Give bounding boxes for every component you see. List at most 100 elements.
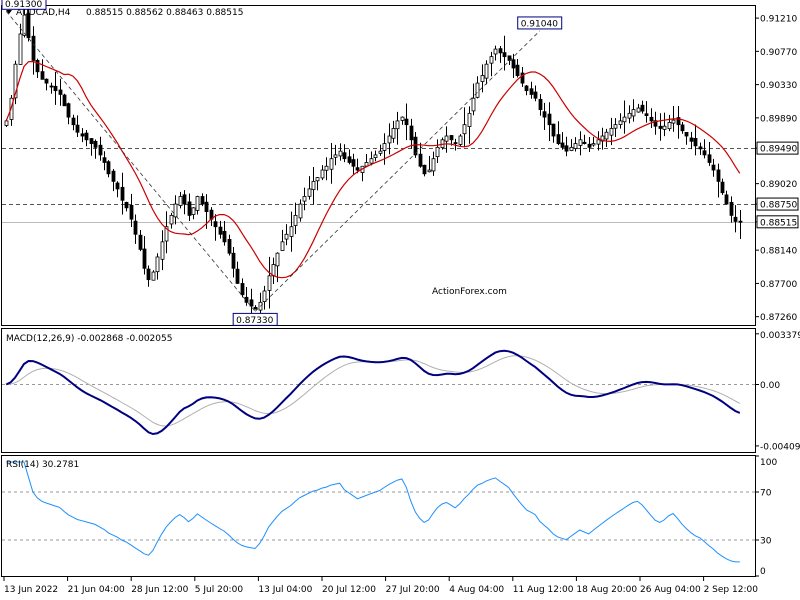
candle-body: [622, 116, 627, 123]
candle-body: [249, 299, 254, 307]
candle-body: [80, 133, 85, 137]
candle-body: [467, 112, 472, 127]
candle-body: [733, 216, 738, 222]
price-tick-label: 0.90330: [760, 81, 797, 91]
candle-body: [458, 135, 463, 145]
candle-body: [142, 248, 147, 269]
candle-body: [146, 268, 151, 281]
price-panel-frame: [1, 5, 756, 326]
candle-body: [289, 226, 294, 237]
candle-body: [529, 88, 534, 95]
candle-body: [409, 125, 414, 141]
candle-body: [538, 98, 543, 110]
candle-body: [293, 214, 298, 226]
candle-body: [444, 135, 449, 142]
candle-body: [89, 138, 94, 144]
candle-body: [422, 164, 427, 175]
time-tick-label: 28 Jun 12:00: [131, 585, 188, 595]
candle-body: [671, 119, 676, 124]
candle-body: [449, 135, 454, 141]
candle-body: [395, 120, 400, 130]
candle-body: [75, 124, 80, 133]
candle-body: [271, 264, 276, 277]
macd-title: MACD(12,26,9) -0.002868 -0.002055: [6, 334, 172, 344]
rsi-tick-label: 70: [760, 489, 772, 499]
rsi-panel: [2, 461, 755, 563]
candle-body: [355, 167, 360, 171]
candle-body: [347, 156, 352, 163]
watermark-text: ActionForex.com: [432, 287, 507, 297]
candle-body: [498, 48, 503, 54]
time-tick-label: 18 Aug 20:00: [576, 585, 637, 595]
candle-body: [551, 123, 556, 137]
price-tick-label: 0.88515: [760, 218, 797, 228]
candle-body: [187, 201, 192, 216]
candle-body: [556, 134, 561, 144]
candle-body: [453, 142, 458, 144]
price-tick-label: 0.88140: [760, 247, 797, 257]
candle-body: [284, 233, 289, 240]
candle-body: [49, 85, 54, 88]
candle-body: [151, 271, 156, 281]
candle-body: [484, 63, 489, 79]
price-annotations: 0.91300 0.91040 0.87330: [1, 0, 563, 326]
candle-body: [533, 91, 538, 99]
candle-body: [66, 103, 71, 118]
annotation-label: 0.91300: [5, 0, 42, 10]
price-tick-label: 0.90770: [760, 48, 797, 58]
trend-line: [5, 11, 256, 312]
candle-body: [613, 124, 618, 129]
candle-body: [4, 120, 9, 126]
candle-body: [22, 14, 27, 36]
candle-body: [40, 71, 45, 80]
price-axis: 0.91210 0.90770 0.90330 0.89890 0.89490 0.890…: [755, 15, 799, 323]
candle-body: [649, 116, 654, 122]
candle-body: [262, 290, 267, 303]
annotation-label: 0.87330: [236, 316, 273, 326]
macd-tick-label: 0.003379: [760, 331, 800, 341]
time-tick-label: 13 Jun 2022: [4, 585, 58, 595]
candle-body: [391, 128, 396, 139]
candle-body: [235, 268, 240, 284]
candle-body: [471, 97, 476, 112]
candle-body: [587, 143, 592, 148]
candle-body: [240, 283, 245, 296]
candle-body: [231, 252, 236, 269]
candle-body: [404, 118, 409, 126]
candle-body: [106, 161, 111, 175]
candle-body: [115, 182, 120, 190]
time-tick-label: 2 Sep 12:00: [704, 585, 759, 595]
rsi-title: RSI(14) 30.2781: [6, 460, 79, 470]
candle-body: [387, 135, 392, 144]
candle-body: [71, 117, 76, 126]
rsi-line: [6, 461, 740, 563]
time-tick-label: 4 Aug 04:00: [449, 585, 504, 595]
rsi-tick-label: 30: [760, 537, 772, 547]
time-tick-label: 20 Jul 12:00: [322, 585, 376, 595]
candle-body: [338, 150, 343, 157]
time-tick-label: 21 Jun 04:00: [68, 585, 125, 595]
candle-body: [120, 186, 125, 201]
candle-body: [93, 140, 98, 148]
candle-body: [427, 169, 432, 173]
price-tick-label: 0.89890: [760, 114, 797, 124]
candle-body: [253, 306, 258, 310]
candle-body: [644, 113, 649, 117]
candle-body: [124, 201, 129, 209]
candle-body: [178, 196, 183, 206]
candle-body: [84, 132, 89, 141]
candle-body: [693, 138, 698, 147]
candle-body: [707, 154, 712, 163]
candle-body: [18, 33, 23, 65]
candle-body: [218, 226, 223, 235]
rsi-axis: 100 70 30 0: [755, 455, 777, 577]
candle-body: [191, 207, 196, 215]
candle-body: [329, 158, 334, 170]
candle-body: [98, 144, 103, 156]
trend-line: [254, 30, 540, 312]
candle-body: [462, 124, 467, 135]
price-tick-label: 0.89490: [760, 145, 797, 155]
candle-body: [378, 150, 383, 154]
candle-body: [542, 111, 547, 118]
candle-body: [658, 125, 663, 129]
